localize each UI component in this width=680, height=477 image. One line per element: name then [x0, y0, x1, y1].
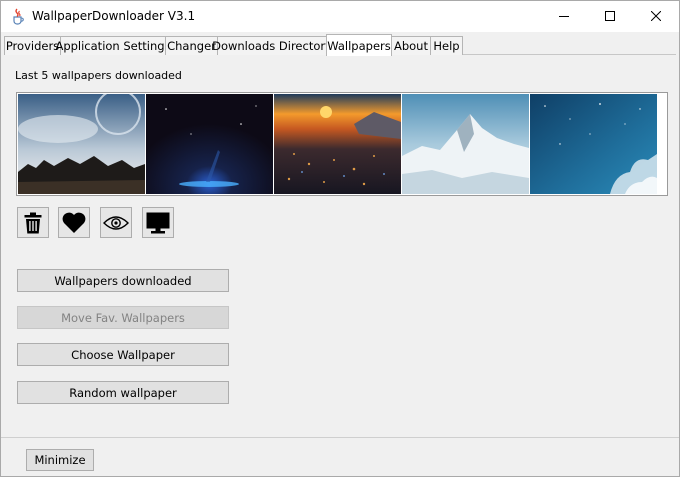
set-wallpaper-button[interactable]	[142, 207, 174, 238]
tab-downloads-directory[interactable]: Downloads Directory	[212, 36, 332, 55]
tab-application-settings[interactable]: Application Settings	[55, 36, 171, 55]
eye-icon	[103, 215, 129, 230]
delete-wallpaper-button[interactable]	[17, 207, 49, 238]
maximize-window-button[interactable]	[587, 1, 633, 31]
view-wallpaper-button[interactable]	[100, 207, 132, 238]
tab-providers[interactable]: Providers	[4, 36, 61, 55]
title-bar[interactable]: WallpaperDownloader V3.1	[1, 1, 679, 32]
last-wallpapers-label: Last 5 wallpapers downloaded	[15, 69, 182, 82]
wallpaper-thumbnail[interactable]	[146, 94, 273, 194]
java-cup-icon	[10, 8, 26, 25]
tab-changer[interactable]: Changer	[165, 36, 218, 55]
thumbnail-strip	[16, 92, 668, 196]
footer-bar: Minimize	[1, 437, 679, 476]
wallpapers-panel: Last 5 wallpapers downloaded Wallpapers …	[1, 56, 679, 436]
minimize-button[interactable]: Minimize	[26, 449, 94, 471]
monitor-icon	[146, 212, 170, 233]
wallpaper-thumbnail[interactable]	[402, 94, 529, 194]
tab-help[interactable]: Help	[430, 36, 463, 55]
wallpaper-thumbnail[interactable]	[530, 94, 657, 194]
minimize-icon	[559, 16, 569, 17]
heart-icon	[62, 212, 86, 233]
trash-icon	[24, 212, 42, 233]
tab-wallpapers[interactable]: Wallpapers	[326, 34, 392, 56]
maximize-icon	[605, 11, 615, 21]
wallpaper-thumbnail[interactable]	[18, 94, 145, 194]
close-icon	[651, 11, 661, 21]
tab-bar: Providers Application Settings Changer D…	[4, 34, 676, 56]
wallpaper-thumbnail[interactable]	[274, 94, 401, 194]
wallpapers-downloaded-button[interactable]: Wallpapers downloaded	[17, 269, 229, 292]
close-window-button[interactable]	[633, 1, 679, 31]
choose-wallpaper-button[interactable]: Choose Wallpaper	[17, 343, 229, 366]
app-window: WallpaperDownloader V3.1 Providers Appli…	[0, 0, 680, 477]
random-wallpaper-button[interactable]: Random wallpaper	[17, 381, 229, 404]
move-fav-wallpapers-button[interactable]: Move Fav. Wallpapers	[17, 306, 229, 329]
favorite-wallpaper-button[interactable]	[58, 207, 90, 238]
window-title: WallpaperDownloader V3.1	[32, 9, 196, 23]
tab-about[interactable]: About	[391, 36, 431, 55]
minimize-window-button[interactable]	[541, 1, 587, 31]
